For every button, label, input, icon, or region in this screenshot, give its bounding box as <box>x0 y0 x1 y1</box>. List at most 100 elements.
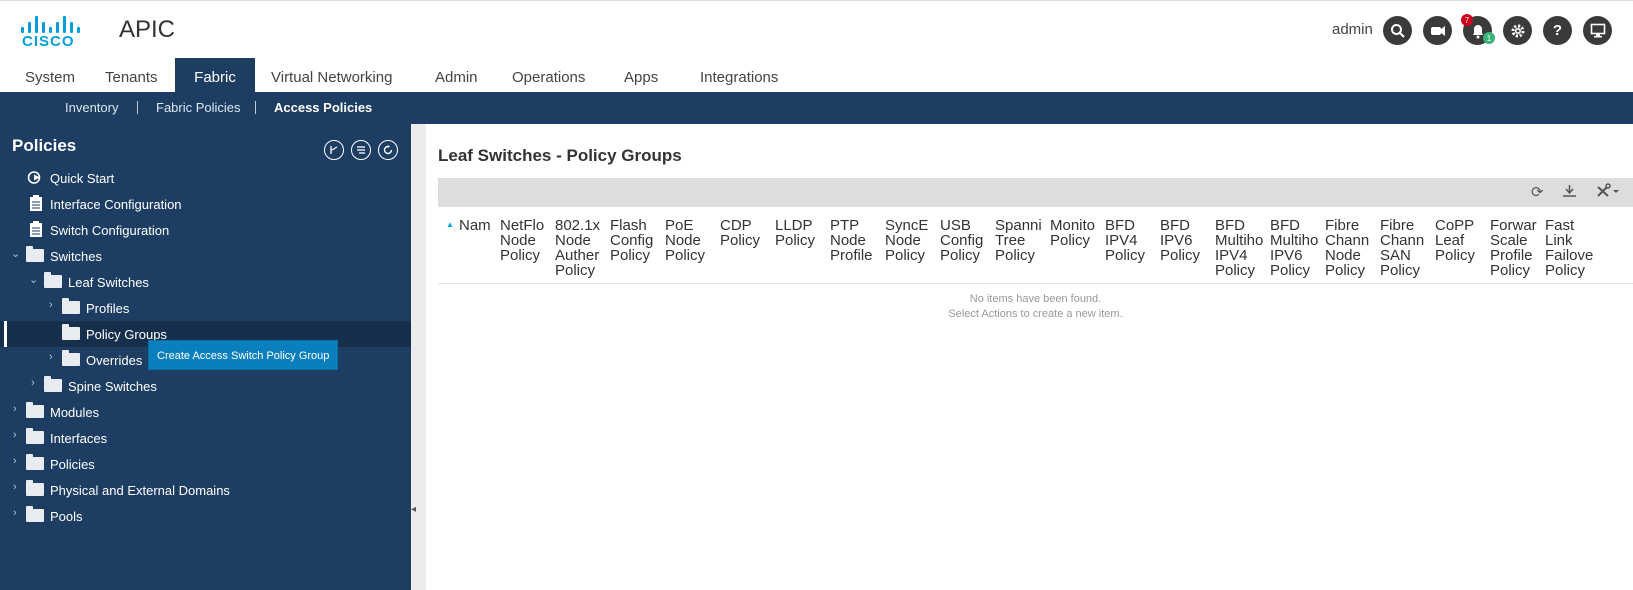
folder-icon <box>26 480 44 496</box>
tab-admin[interactable]: Admin <box>423 58 490 92</box>
alert-badge-green: 1 <box>1483 32 1495 44</box>
sidebar-item-label: Pools <box>50 509 83 524</box>
sidebar-item-profiles[interactable]: › Profiles <box>0 295 411 321</box>
column-header-lldp[interactable]: LLDP Policy <box>775 218 823 248</box>
sort-ascending-icon[interactable]: ▲ <box>446 220 454 229</box>
subnav-divider <box>137 101 138 114</box>
refresh-icon[interactable]: ⟳ <box>1531 183 1544 201</box>
sidebar-item-spine-switches[interactable]: › Spine Switches <box>0 373 411 399</box>
sidebar-item-label: Physical and External Domains <box>50 483 230 498</box>
announcement-icon[interactable] <box>1423 16 1452 45</box>
sidebar-item-policies[interactable]: › Policies <box>0 451 411 477</box>
user-menu[interactable]: admin <box>1332 21 1373 38</box>
folder-icon <box>26 506 44 522</box>
subtab-fabric-policies[interactable]: Fabric Policies <box>156 92 241 124</box>
main-nav: System Tenants Fabric Virtual Networking… <box>0 58 1633 92</box>
cisco-logo-bars <box>20 13 82 33</box>
pane-splitter[interactable]: ◂ <box>411 124 426 590</box>
sidebar-item-switches[interactable]: ⌄ Switches <box>0 243 411 269</box>
sidebar-item-pools[interactable]: › Pools <box>0 503 411 529</box>
column-header-ptp[interactable]: PTP Node Profile <box>830 218 878 263</box>
sidebar-item-quick-start[interactable]: Quick Start <box>0 165 411 191</box>
column-header-8021x[interactable]: 802.1x Node Auther Policy <box>555 218 603 278</box>
folder-icon <box>26 428 44 444</box>
chevron-right-icon[interactable]: › <box>49 351 53 363</box>
column-header-monitoring[interactable]: Monito Policy <box>1050 218 1098 248</box>
chevron-right-icon[interactable]: › <box>13 455 17 467</box>
tab-system[interactable]: System <box>13 58 87 92</box>
sidebar-item-leaf-switches[interactable]: ⌄ Leaf Switches <box>0 269 411 295</box>
chevron-down-icon[interactable]: ⌄ <box>11 247 20 260</box>
chevron-right-icon[interactable]: › <box>13 429 17 441</box>
sidebar-item-interface-configuration[interactable]: Interface Configuration <box>0 191 411 217</box>
column-header-bfd-ipv6[interactable]: BFD IPV6 Policy <box>1160 218 1208 263</box>
subtab-inventory[interactable]: Inventory <box>65 92 118 124</box>
tab-integrations[interactable]: Integrations <box>688 58 790 92</box>
create-policy-group-tooltip[interactable]: Create Access Switch Policy Group <box>148 340 339 370</box>
column-header-synce[interactable]: SyncE Node Policy <box>885 218 933 263</box>
cisco-logo-text: CISCO <box>22 33 75 50</box>
sidebar-item-interfaces[interactable]: › Interfaces <box>0 425 411 451</box>
chevron-right-icon[interactable]: › <box>13 403 17 415</box>
folder-icon <box>62 350 80 366</box>
sidebar-item-label: Modules <box>50 405 100 420</box>
column-header-forwarding-scale[interactable]: Forwar Scale Profile Policy <box>1490 218 1538 278</box>
tab-tenants[interactable]: Tenants <box>93 58 170 92</box>
settings-gear-icon[interactable] <box>1503 16 1532 45</box>
collapse-arrow-icon[interactable]: ◂ <box>411 504 416 515</box>
page-title: Leaf Switches - Policy Groups <box>438 146 682 165</box>
column-header-flash-config[interactable]: Flash Config Policy <box>610 218 658 263</box>
sidebar-item-modules[interactable]: › Modules <box>0 399 411 425</box>
collapse-all-icon[interactable] <box>324 140 344 160</box>
column-header-fast-link-failover[interactable]: Fast Link Failove Policy <box>1545 218 1593 278</box>
tab-operations[interactable]: Operations <box>500 58 597 92</box>
sidebar-item-label: Quick Start <box>50 171 115 186</box>
column-header-poe[interactable]: PoE Node Policy <box>665 218 713 263</box>
sidebar-item-physical-external-domains[interactable]: › Physical and External Domains <box>0 477 411 503</box>
tab-virtual-networking[interactable]: Virtual Networking <box>259 58 404 92</box>
chevron-right-icon[interactable]: › <box>13 507 17 519</box>
subtab-access-policies[interactable]: Access Policies <box>274 92 372 124</box>
desktop-icon[interactable] <box>1583 16 1612 45</box>
tab-apps[interactable]: Apps <box>612 58 670 92</box>
sidebar-item-label: Leaf Switches <box>68 275 149 290</box>
clipboard-icon <box>30 221 42 237</box>
sidebar-item-label: Switch Configuration <box>50 223 170 238</box>
column-header-bfd-ipv4[interactable]: BFD IPV4 Policy <box>1105 218 1153 263</box>
column-header-copp-leaf[interactable]: CoPP Leaf Policy <box>1435 218 1483 263</box>
refresh-icon[interactable] <box>378 140 398 160</box>
download-icon[interactable] <box>1562 183 1577 202</box>
subnav-divider <box>255 101 256 114</box>
column-header-cdp[interactable]: CDP Policy <box>720 218 768 248</box>
tools-dropdown-icon[interactable] <box>1596 183 1622 202</box>
sidebar-item-label: Profiles <box>86 301 130 316</box>
chevron-right-icon[interactable]: › <box>49 299 53 311</box>
quick-start-icon <box>27 171 41 184</box>
folder-icon <box>26 454 44 470</box>
chevron-down-icon[interactable]: ⌄ <box>29 273 38 286</box>
main-content: Leaf Switches - Policy Groups ⟳ ▲ Nam Ne… <box>426 134 1633 590</box>
column-header-fc-san[interactable]: Fibre Chann SAN Policy <box>1380 218 1428 278</box>
column-header-spanning-tree[interactable]: Spanni Tree Policy <box>995 218 1043 263</box>
table-header: ▲ Nam NetFlo Node Policy 802.1x Node Aut… <box>438 212 1633 284</box>
cisco-logo[interactable]: CISCO <box>20 13 82 50</box>
list-view-icon[interactable] <box>351 140 371 160</box>
column-header-bfd-multihop-ipv4[interactable]: BFD Multiho IPV4 Policy <box>1215 218 1263 278</box>
folder-icon <box>26 246 44 262</box>
column-header-fc-node[interactable]: Fibre Chann Node Policy <box>1325 218 1373 278</box>
column-header-name[interactable]: Nam <box>459 218 493 233</box>
tab-fabric[interactable]: Fabric <box>175 58 255 92</box>
sub-nav: Inventory Fabric Policies Access Policie… <box>0 92 1633 124</box>
clipboard-icon <box>30 195 42 211</box>
column-header-bfd-multihop-ipv6[interactable]: BFD Multiho IPV6 Policy <box>1270 218 1318 278</box>
chevron-right-icon[interactable]: › <box>13 481 17 493</box>
search-icon[interactable] <box>1383 16 1412 45</box>
sidebar-item-switch-configuration[interactable]: Switch Configuration <box>0 217 411 243</box>
top-header: CISCO APIC admin 7 1 ? <box>0 0 1633 58</box>
help-icon[interactable]: ? <box>1543 16 1572 45</box>
chevron-right-icon[interactable]: › <box>31 377 35 389</box>
sidebar-item-label: Overrides <box>86 353 143 368</box>
column-header-usb-config[interactable]: USB Config Policy <box>940 218 988 263</box>
column-header-netflow[interactable]: NetFlo Node Policy <box>500 218 548 263</box>
sidebar-item-label: Interface Configuration <box>50 197 182 212</box>
